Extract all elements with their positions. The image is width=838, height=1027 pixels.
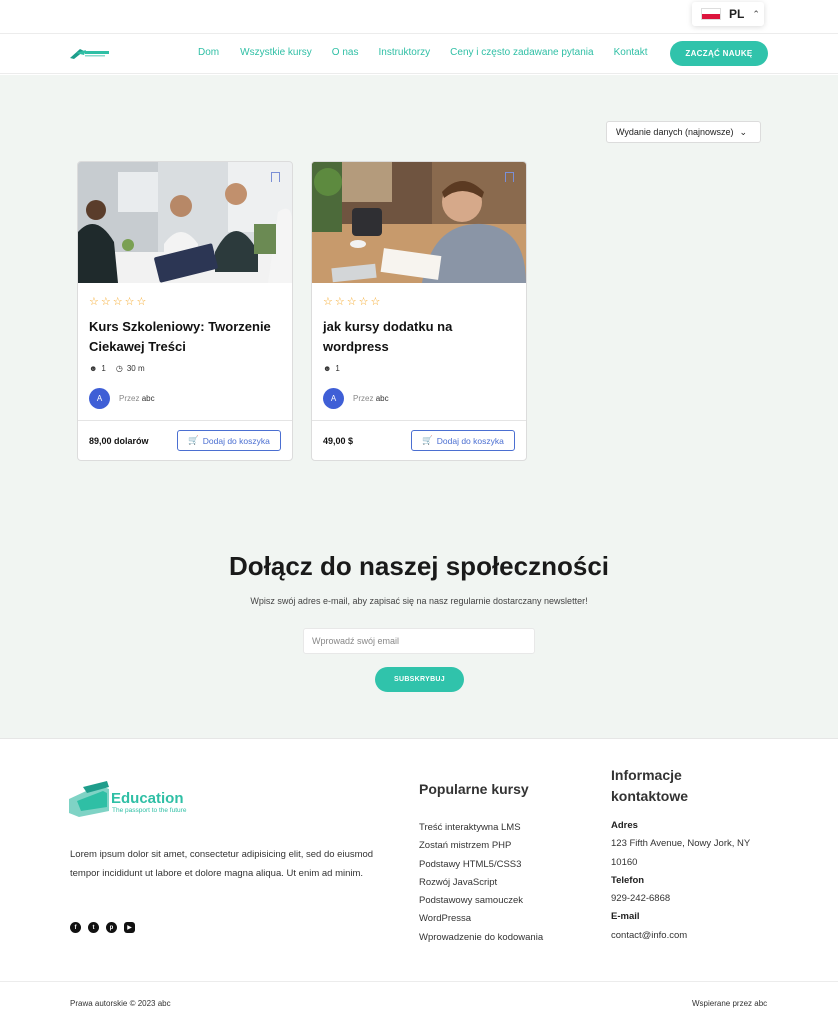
list-item[interactable]: Podstawowy samouczek WordPressa: [419, 892, 549, 929]
star-icon: ☆: [370, 296, 381, 308]
address-value: 123 Fifth Avenue, Nowy Jork, NY 10160: [611, 838, 751, 868]
email-value[interactable]: contact@info.com: [611, 927, 771, 945]
popular-courses-list: Treść interaktywna LMS Zostań mistrzem P…: [419, 819, 549, 947]
youtube-icon[interactable]: ▶: [124, 922, 135, 933]
list-item[interactable]: Treść interaktywna LMS: [419, 819, 549, 837]
bookmark-icon[interactable]: [505, 172, 514, 182]
course-card[interactable]: ☆ ☆ ☆ ☆ ☆ Kurs Szkoleniowy: Tworzenie Ci…: [77, 161, 293, 461]
rating-stars: ☆ ☆ ☆ ☆ ☆: [323, 295, 380, 308]
pinterest-icon[interactable]: p: [106, 922, 117, 933]
add-to-cart-label: Dodaj do koszyka: [436, 435, 504, 446]
nav-all-courses[interactable]: Wszystkie kursy: [240, 47, 312, 58]
author-name[interactable]: abc: [376, 394, 389, 403]
author-line: Przez abc: [119, 394, 155, 403]
rating-stars: ☆ ☆ ☆ ☆ ☆: [89, 295, 146, 308]
chevron-up-icon: ⌃: [752, 8, 760, 19]
bottom-divider: [0, 981, 838, 982]
footer-description: Lorem ipsum dolor sit amet, consectetur …: [70, 849, 374, 879]
course-duration: 30 m: [126, 364, 145, 373]
nav-pricing-faq[interactable]: Ceny i często zadawane pytania: [450, 47, 593, 58]
student-count: 1: [335, 364, 340, 373]
user-icon: ☻: [323, 364, 332, 373]
add-to-cart-button[interactable]: 🛒 Dodaj do koszyka: [177, 430, 281, 451]
course-title[interactable]: jak kursy dodatku na wordpress: [323, 317, 513, 357]
star-icon: ☆: [112, 296, 123, 308]
student-count: 1: [101, 364, 106, 373]
popular-courses-title: Popularne kursy: [419, 781, 529, 797]
main-nav: Dom Wszystkie kursy O nas Instruktorzy C…: [198, 47, 648, 58]
star-icon: ☆: [89, 296, 99, 308]
powered-by-text[interactable]: Wspierane przez abc: [692, 999, 767, 1008]
start-learning-button[interactable]: ZACZĄĆ NAUKĘ: [670, 41, 768, 66]
by-label: Przez: [119, 394, 140, 403]
user-icon: ☻: [89, 364, 98, 373]
chevron-down-icon: ⌄: [739, 126, 748, 137]
add-to-cart-button[interactable]: 🛒 Dodaj do koszyka: [411, 430, 515, 451]
avatar[interactable]: A: [323, 388, 344, 409]
by-label: Przez: [353, 394, 374, 403]
star-icon: ☆: [358, 296, 369, 308]
list-item[interactable]: Rozwój JavaScript: [419, 874, 549, 892]
nav-contact[interactable]: Kontakt: [614, 47, 648, 58]
star-icon: ☆: [346, 296, 357, 308]
list-item[interactable]: Zostań mistrzem PHP: [419, 837, 549, 855]
contact-details: Adres 123 Fifth Avenue, Nowy Jork, NY 10…: [611, 817, 771, 945]
logo-tagline: The passport to the future: [112, 807, 187, 814]
nav-home[interactable]: Dom: [198, 47, 219, 58]
course-price: 89,00 dolarów: [89, 436, 149, 446]
logo-small[interactable]: [70, 47, 110, 59]
star-icon: ☆: [100, 296, 111, 308]
list-item[interactable]: Wprowadzenie do kodowania: [419, 929, 549, 947]
popular-courses-column: Popularne kursy Treść interaktywna LMS Z…: [419, 779, 549, 947]
author-line: Przez abc: [353, 394, 389, 403]
course-card[interactable]: ☆ ☆ ☆ ☆ ☆ jak kursy dodatku na wordpress…: [311, 161, 527, 461]
subscribe-button[interactable]: SUBSKRYBUJ: [375, 667, 464, 692]
course-thumbnail[interactable]: [78, 162, 292, 283]
footer-divider: [0, 738, 838, 739]
phone-value[interactable]: 929-242-6868: [611, 890, 771, 908]
sort-label: Wydanie danych (najnowsze): [616, 127, 734, 137]
contact-info-title: Informacje kontaktowe: [611, 767, 689, 804]
cart-icon: 🛒: [188, 435, 199, 445]
star-icon: ☆: [124, 296, 135, 308]
newsletter-title: Dołącz do naszej społeczności: [229, 551, 609, 581]
clock-icon: ◷: [115, 364, 123, 373]
star-icon: ☆: [323, 296, 333, 308]
contact-info-column: Informacje kontaktowe Adres 123 Fifth Av…: [611, 765, 771, 945]
address-label: Adres: [611, 820, 638, 831]
email-input[interactable]: [303, 628, 535, 654]
course-title[interactable]: Kurs Szkoleniowy: Tworzenie Ciekawej Tre…: [89, 317, 279, 357]
twitter-icon[interactable]: t: [88, 922, 99, 933]
poland-flag-icon: [701, 8, 721, 20]
author-name[interactable]: abc: [142, 394, 155, 403]
copyright-text: Prawa autorskie © 2023 abc: [70, 999, 171, 1008]
nav-instructors[interactable]: Instruktorzy: [378, 47, 430, 58]
course-price: 49,00 $: [323, 436, 354, 446]
cart-icon: 🛒: [422, 435, 433, 445]
email-label: E-mail: [611, 911, 640, 923]
add-to-cart-label: Dodaj do koszyka: [202, 435, 270, 446]
course-thumbnail[interactable]: [312, 162, 526, 283]
logo-word: Education: [111, 790, 184, 807]
language-code: PL: [729, 7, 745, 21]
course-meta: ☻ 1 ◷ 30 m: [89, 364, 145, 373]
bookmark-icon[interactable]: [271, 172, 280, 182]
star-icon: ☆: [334, 296, 345, 308]
social-links: f t p ▶: [70, 922, 135, 933]
facebook-icon[interactable]: f: [70, 922, 81, 933]
language-selector[interactable]: PL ⌃: [692, 2, 764, 26]
star-icon: ☆: [136, 296, 147, 308]
avatar[interactable]: A: [89, 388, 110, 409]
phone-label: Telefon: [611, 874, 645, 886]
sort-select[interactable]: Wydanie danych (najnowsze) ⌄: [606, 121, 761, 143]
nav-about[interactable]: O nas: [332, 47, 359, 58]
course-meta: ☻ 1: [323, 364, 340, 373]
list-item[interactable]: Podstawy HTML5/CSS3: [419, 856, 549, 874]
newsletter-subtitle: Wpisz swój adres e-mail, aby zapisać się…: [250, 596, 588, 606]
